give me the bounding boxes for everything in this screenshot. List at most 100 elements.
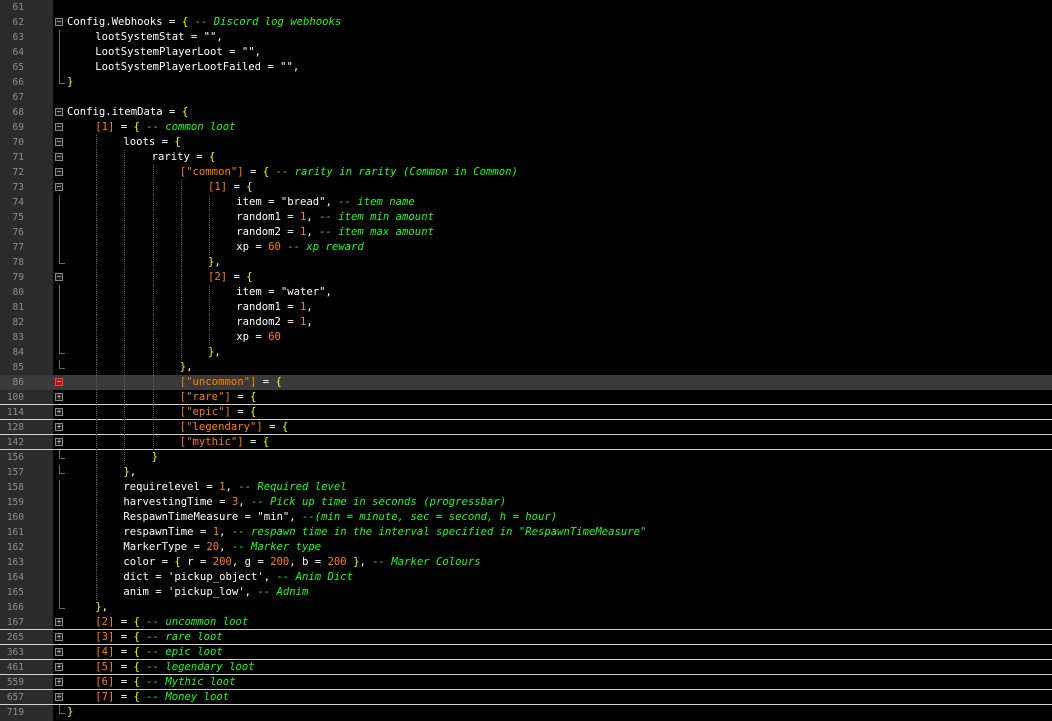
code-line[interactable]: 167 + [2] = { -- uncommon loot — [0, 615, 1052, 630]
code-line[interactable]: 142 + ["mythic"] = { — [0, 435, 1052, 450]
code-line[interactable]: 78}, — [0, 255, 1052, 270]
code-text[interactable]: } — [67, 75, 73, 90]
fold-collapse-icon[interactable]: − — [55, 18, 63, 26]
code-line[interactable]: 161 respawnTime = 1, -- respawn time in t… — [0, 525, 1052, 540]
code-line[interactable]: 70 − loots = { — [0, 135, 1052, 150]
code-text[interactable]: ["rare"] = { — [180, 390, 257, 405]
code-text[interactable]: item = "bread", -- item name — [236, 195, 415, 210]
code-text[interactable]: Config.Webhooks = { -- Discord log webho… — [67, 15, 341, 30]
code-line[interactable]: 80 item = "water", — [0, 285, 1052, 300]
fold-expand-icon[interactable]: + — [55, 423, 63, 431]
code-text[interactable]: }, — [208, 255, 221, 270]
code-text[interactable]: random1 = 1, -- item min amount — [236, 210, 434, 225]
code-line[interactable]: 166}, — [0, 600, 1052, 615]
code-line[interactable]: 163 color = { r = 200, g = 200, b = 200 }… — [0, 555, 1052, 570]
code-text[interactable]: ["common"] = { -- rarity in rarity (Comm… — [180, 165, 518, 180]
code-text[interactable]: [2] = { -- uncommon loot — [95, 615, 248, 630]
code-line[interactable]: 82 random2 = 1, — [0, 315, 1052, 330]
code-text[interactable]: rarity = { — [152, 150, 216, 165]
code-text[interactable]: LootSystemPlayerLootFailed = "", — [95, 60, 299, 75]
code-line[interactable]: 100 + ["rare"] = { — [0, 390, 1052, 405]
code-text[interactable]: } — [67, 705, 73, 720]
code-text[interactable]: lootSystemStat = "", — [95, 30, 223, 45]
code-line[interactable]: 81 random1 = 1, — [0, 300, 1052, 315]
fold-expand-icon[interactable]: + — [55, 393, 63, 401]
code-line[interactable]: 164 dict = 'pickup_object', -- Anim Dict — [0, 570, 1052, 585]
code-text[interactable]: ["epic"] = { — [180, 405, 257, 420]
code-line[interactable]: 77 xp = 60 -- xp reward — [0, 240, 1052, 255]
code-line[interactable]: 69 − [1] = { -- common loot — [0, 120, 1052, 135]
code-line[interactable]: 72 − ["common"] = { -- rarity in rarity (C… — [0, 165, 1052, 180]
code-text[interactable]: } — [152, 450, 158, 465]
code-editor[interactable]: 61 62− Config.Webhooks = { -- Discord log … — [0, 0, 1052, 721]
code-text[interactable]: [3] = { -- rare loot — [95, 630, 223, 645]
code-text[interactable]: LootSystemPlayerLoot = "", — [95, 45, 261, 60]
code-text[interactable]: [5] = { -- legendary loot — [95, 660, 255, 675]
fold-collapse-icon[interactable]: − — [55, 273, 63, 281]
code-text[interactable]: color = { r = 200, g = 200, b = 200 }, -… — [123, 555, 480, 570]
code-line[interactable]: 157}, — [0, 465, 1052, 480]
code-text[interactable]: requirelevel = 1, -- Required level — [123, 480, 346, 495]
code-line[interactable]: 76 random2 = 1, -- item max amount — [0, 225, 1052, 240]
code-text[interactable]: [1] = { -- common loot — [95, 120, 235, 135]
code-text[interactable]: [4] = { -- epic loot — [95, 645, 223, 660]
code-text[interactable]: }, — [180, 360, 193, 375]
fold-expand-icon[interactable]: + — [55, 648, 63, 656]
code-line[interactable]: 156} — [0, 450, 1052, 465]
code-text[interactable]: }, — [208, 345, 221, 360]
code-line[interactable]: 65 LootSystemPlayerLootFailed = "", — [0, 60, 1052, 75]
code-line[interactable]: 63 lootSystemStat = "", — [0, 30, 1052, 45]
code-line[interactable]: 363 + [4] = { -- epic loot — [0, 645, 1052, 660]
fold-collapse-icon[interactable]: − — [55, 138, 63, 146]
fold-expand-icon[interactable]: + — [55, 408, 63, 416]
code-text[interactable]: random2 = 1, — [236, 315, 313, 330]
code-text[interactable]: random2 = 1, -- item max amount — [236, 225, 434, 240]
code-text[interactable]: ["mythic"] = { — [180, 435, 269, 450]
fold-expand-icon[interactable]: + — [55, 693, 63, 701]
code-line[interactable]: 67 — [0, 90, 1052, 105]
fold-expand-icon[interactable]: + — [55, 438, 63, 446]
fold-collapse-icon[interactable]: − — [55, 168, 63, 176]
code-line[interactable]: 75 random1 = 1, -- item min amount — [0, 210, 1052, 225]
code-text[interactable]: MarkerType = 20, -- Marker type — [123, 540, 321, 555]
code-text[interactable]: item = "water", — [236, 285, 332, 300]
code-line[interactable]: 128 + ["legendary"] = { — [0, 420, 1052, 435]
code-line[interactable]: 64 LootSystemPlayerLoot = "", — [0, 45, 1052, 60]
code-line[interactable]: 74 item = "bread", -- item name — [0, 195, 1052, 210]
fold-expand-icon[interactable]: + — [55, 633, 63, 641]
fold-expand-icon[interactable]: + — [55, 678, 63, 686]
code-line[interactable]: 68 − Config.itemData = { — [0, 105, 1052, 120]
code-text[interactable]: [7] = { -- Money loot — [95, 690, 229, 705]
code-line[interactable]: 86 − ["uncommon"] = { — [0, 375, 1052, 390]
code-line[interactable]: 61 — [0, 0, 1052, 15]
code-line[interactable]: 83 xp = 60 — [0, 330, 1052, 345]
code-text[interactable]: ["uncommon"] = { — [180, 375, 282, 390]
code-line[interactable]: 162 MarkerType = 20, -- Marker type — [0, 540, 1052, 555]
code-line[interactable]: 160 RespawnTimeMeasure = "min", --(min = … — [0, 510, 1052, 525]
code-line[interactable]: 719} — [0, 705, 1052, 720]
code-line[interactable]: 165 anim = 'pickup_low', -- Adnim — [0, 585, 1052, 600]
fold-collapse-icon[interactable]: − — [55, 123, 63, 131]
code-text[interactable]: xp = 60 -- xp reward — [236, 240, 364, 255]
code-text[interactable]: anim = 'pickup_low', -- Adnim — [123, 585, 308, 600]
code-line[interactable]: 158 requirelevel = 1, -- Required level — [0, 480, 1052, 495]
code-text[interactable]: dict = 'pickup_object', -- Anim Dict — [123, 570, 353, 585]
code-text[interactable]: [1] = { — [208, 180, 253, 195]
fold-expand-icon[interactable]: + — [55, 618, 63, 626]
code-text[interactable]: loots = { — [123, 135, 180, 150]
code-line[interactable]: 73 − [1] = { — [0, 180, 1052, 195]
code-text[interactable]: }, — [95, 600, 108, 615]
code-line[interactable]: 657 + [7] = { -- Money loot — [0, 690, 1052, 705]
code-line[interactable]: 265 + [3] = { -- rare loot — [0, 630, 1052, 645]
code-text[interactable]: [2] = { — [208, 270, 253, 285]
code-line[interactable]: 461 + [5] = { -- legendary loot — [0, 660, 1052, 675]
code-text[interactable]: Config.itemData = { — [67, 105, 188, 120]
code-text[interactable]: xp = 60 — [236, 330, 281, 345]
fold-collapse-icon[interactable]: − — [55, 183, 63, 191]
code-line[interactable]: 62 − Config.Webhooks = { -- Discord log we… — [0, 15, 1052, 30]
code-text[interactable]: [6] = { -- Mythic loot — [95, 675, 235, 690]
code-text[interactable]: RespawnTimeMeasure = "min", --(min = min… — [123, 510, 557, 525]
fold-collapse-icon[interactable]: − — [55, 108, 63, 116]
breakpoint-marker-icon[interactable]: − — [55, 378, 63, 386]
fold-collapse-icon[interactable]: − — [55, 153, 63, 161]
